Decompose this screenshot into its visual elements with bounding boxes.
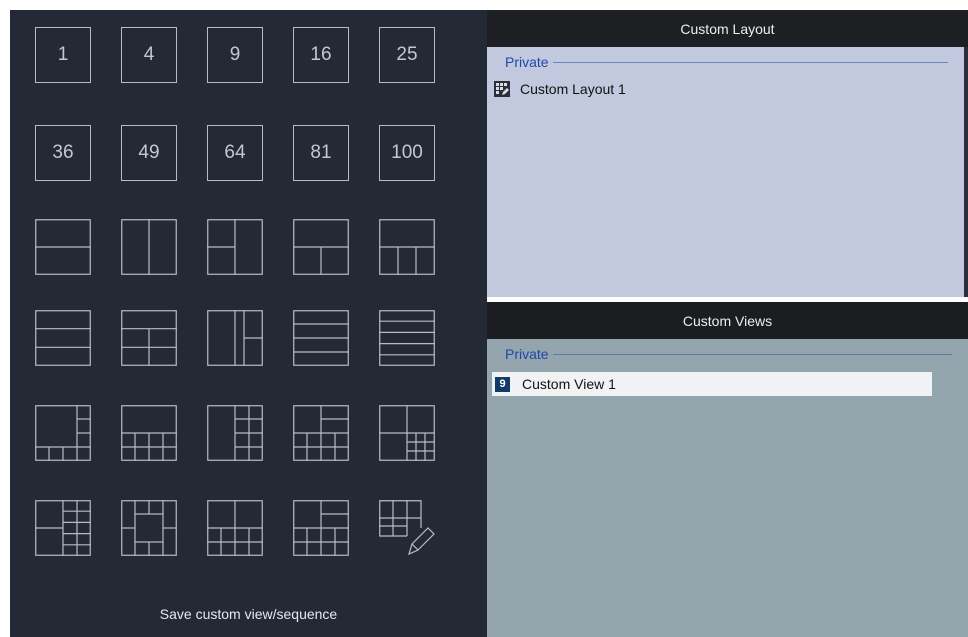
layout-25-tile[interactable]: 25 (379, 27, 435, 83)
custom-views-header: Custom Views (487, 302, 968, 339)
save-custom-view-button[interactable]: Save custom view/sequence (10, 606, 487, 622)
layout-36-tile[interactable]: 36 (35, 125, 91, 181)
group-divider (552, 353, 952, 355)
layout-grid-panel: 1 4 9 16 25 36 49 64 81 100 Save custom … (10, 10, 487, 637)
custom-layout-icon (494, 81, 510, 97)
layout-3-left-split-tile[interactable] (207, 219, 263, 275)
layout-3-plus-8-tile[interactable] (293, 500, 349, 556)
layout-3-rows-tile[interactable] (35, 310, 91, 366)
layout-2-horizontal-tile[interactable] (35, 219, 91, 275)
layout-1-plus-9-tile[interactable] (293, 405, 349, 461)
layout-64-tile[interactable]: 64 (207, 125, 263, 181)
layout-9-tile[interactable]: 9 (207, 27, 263, 83)
layout-2-plus-8-tile[interactable] (207, 500, 263, 556)
layout-3-bottom-split-tile[interactable] (293, 219, 349, 275)
layout-6-rows-tile[interactable] (379, 310, 435, 366)
custom-layout-panel: Private Custom Layout 1 (487, 47, 968, 297)
layout-1-plus-8-right-tile[interactable] (207, 405, 263, 461)
layout-4-bottom-split-tile[interactable] (379, 219, 435, 275)
custom-layout-header: Custom Layout (487, 10, 968, 47)
group-label: Private (505, 346, 549, 362)
pencil-icon (379, 500, 435, 556)
layout-100-tile[interactable]: 100 (379, 125, 435, 181)
view-count-badge: 9 (495, 376, 510, 392)
layout-49-tile[interactable]: 49 (121, 125, 177, 181)
custom-views-panel: Private 9 Custom View 1 (487, 339, 968, 637)
layout-1-plus-12-tile[interactable] (379, 405, 435, 461)
group-divider (552, 61, 948, 63)
private-group-header: Private (505, 345, 952, 363)
layout-5-rows-tile[interactable] (293, 310, 349, 366)
layout-16-tile[interactable]: 16 (293, 27, 349, 83)
layout-1-plus-8-bottom-tile[interactable] (121, 405, 177, 461)
layout-4-columns-split-tile[interactable] (207, 310, 263, 366)
layout-frame-tile[interactable] (121, 500, 177, 556)
layout-4-rows-split-tile[interactable] (121, 310, 177, 366)
custom-layout-item[interactable]: Custom Layout 1 (494, 81, 626, 97)
layout-81-tile[interactable]: 81 (293, 125, 349, 181)
custom-view-item[interactable]: 9 Custom View 1 (492, 372, 932, 396)
layout-4-tile[interactable]: 4 (121, 27, 177, 83)
custom-layout-label: Custom Layout 1 (520, 81, 626, 97)
edit-custom-layout-tile[interactable] (379, 500, 435, 556)
group-label: Private (505, 54, 549, 70)
layout-1-plus-7-tile[interactable] (35, 405, 91, 461)
private-group-header: Private (505, 53, 948, 71)
layout-1-tile[interactable]: 1 (35, 27, 91, 83)
layout-2-plus-12-tile[interactable] (35, 500, 91, 556)
custom-view-label: Custom View 1 (522, 376, 616, 392)
layout-2-vertical-tile[interactable] (121, 219, 177, 275)
